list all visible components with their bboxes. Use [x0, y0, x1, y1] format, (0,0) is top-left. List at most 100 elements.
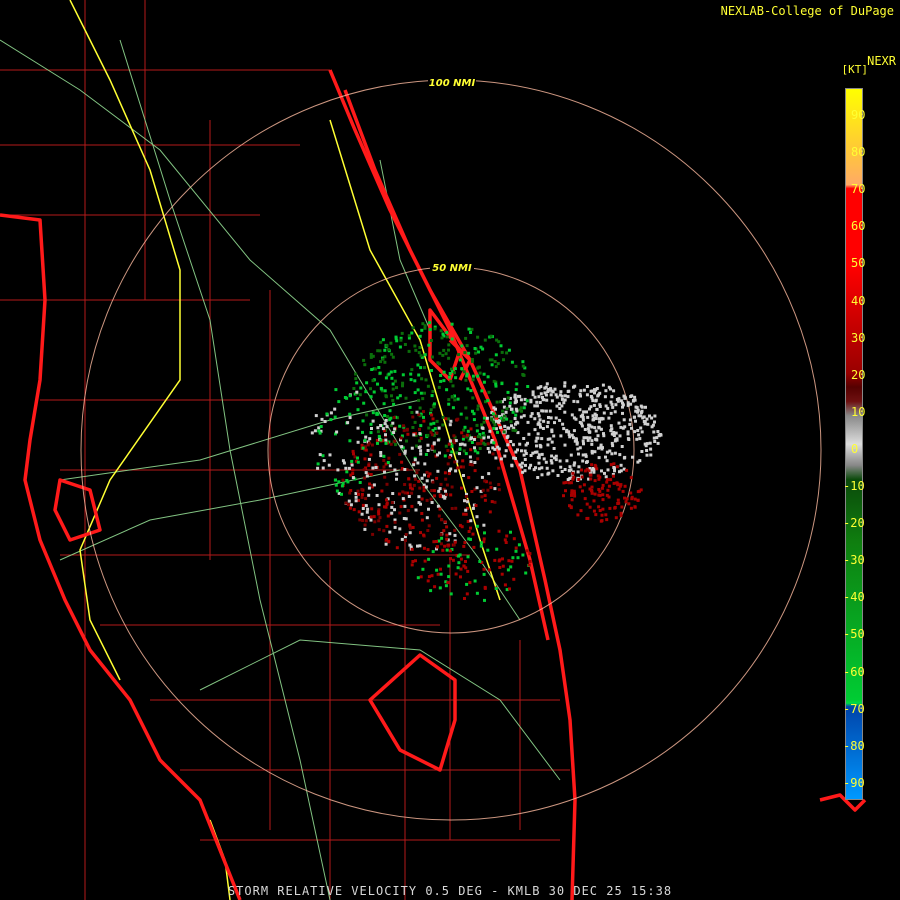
radar-echo-pixel — [448, 532, 452, 536]
radar-echo-pixel — [529, 463, 533, 467]
radar-echo-pixel — [445, 493, 449, 496]
radar-echo-pixel — [488, 481, 492, 485]
radar-echo-pixel — [386, 415, 389, 418]
radar-echo-pixel — [377, 510, 381, 514]
radar-echo-pixel — [402, 429, 406, 433]
radar-echo-pixel — [368, 482, 372, 486]
radar-echo-pixel — [460, 431, 464, 435]
radar-echo-pixel — [577, 452, 580, 456]
radar-echo-pixel — [391, 382, 395, 386]
radar-echo-pixel — [492, 426, 496, 430]
radar-echo-pixel — [451, 406, 455, 410]
radar-echo-pixel — [356, 440, 360, 444]
radar-echo-pixel — [493, 360, 497, 364]
legend-tick-label: 60 — [851, 219, 866, 234]
radar-echo-pixel — [556, 474, 560, 477]
radar-echo-pixel — [456, 566, 460, 570]
radar-echo-pixel — [377, 528, 381, 532]
radar-echo-pixel — [457, 353, 460, 357]
range-ring-label-100: 100 NMI — [429, 78, 476, 89]
radar-echo-pixel — [478, 371, 482, 375]
radar-echo-pixel — [449, 557, 452, 561]
radar-echo-pixel — [351, 476, 355, 480]
radar-echo-pixel — [462, 449, 466, 453]
radar-echo-pixel — [394, 337, 398, 340]
radar-echo-pixel — [482, 420, 486, 424]
radar-echo-pixel — [515, 409, 519, 413]
radar-echo-pixel — [348, 439, 352, 443]
radar-echo-pixel — [471, 396, 475, 400]
radar-echo-pixel — [527, 432, 531, 436]
radar-echo-pixel — [534, 439, 538, 443]
radar-echo-pixel — [373, 367, 377, 371]
radar-echo-pixel — [558, 407, 562, 410]
radar-echo-pixel — [363, 527, 367, 531]
radar-echo-pixel — [348, 416, 352, 420]
radar-echo-pixel — [475, 591, 479, 595]
radar-echo-pixel — [371, 379, 375, 383]
radar-echo-pixel — [462, 544, 466, 548]
radar-echo-pixel — [429, 422, 433, 426]
radar-echo-pixel — [432, 441, 436, 445]
radar-echo-pixel — [569, 505, 573, 509]
radar-echo-pixel — [546, 443, 550, 447]
radar-echo-pixel — [320, 417, 324, 421]
radar-echo-pixel — [514, 364, 518, 368]
radar-echo-pixel — [566, 395, 570, 399]
radar-echo-pixel — [395, 386, 398, 390]
product-caption: STORM RELATIVE VELOCITY 0.5 DEG - KMLB 3… — [227, 884, 673, 898]
radar-echo-pixel — [512, 537, 516, 541]
radar-echo-pixel — [472, 438, 476, 441]
radar-echo-pixel — [445, 537, 449, 541]
radar-echo-pixel — [482, 572, 486, 576]
radar-echo-pixel — [531, 393, 535, 397]
radar-echo-pixel — [389, 442, 393, 446]
radar-echo-pixel — [402, 517, 406, 520]
radar-echo-pixel — [482, 436, 486, 440]
radar-echo-pixel — [598, 475, 602, 479]
radar-echo-pixel — [371, 419, 375, 423]
radar-echo-pixel — [367, 486, 371, 490]
radar-echo-pixel — [445, 525, 449, 529]
radar-echo-pixel — [467, 537, 471, 541]
radar-echo-pixel — [573, 491, 576, 495]
radar-echo-pixel — [575, 441, 579, 445]
radar-echo-pixel — [617, 487, 621, 491]
radar-echo-pixel — [537, 395, 541, 399]
radar-echo-pixel — [592, 509, 596, 513]
radar-echo-pixel — [589, 473, 593, 477]
radar-echo-pixel — [417, 446, 421, 449]
radar-echo-pixel — [464, 566, 468, 570]
radar-echo-pixel — [566, 390, 570, 393]
radar-echo-pixel — [474, 351, 478, 355]
radar-echo-pixel — [590, 491, 594, 495]
radar-echo-pixel — [559, 434, 563, 438]
radar-echo-pixel — [413, 420, 417, 424]
radar-echo-pixel — [598, 391, 602, 395]
radar-echo-pixel — [417, 479, 421, 483]
radar-echo-pixel — [405, 439, 408, 443]
radar-echo-pixel — [360, 493, 364, 496]
radar-echo-pixel — [535, 444, 538, 448]
radar-echo-pixel — [582, 388, 586, 392]
radar-echo-pixel — [481, 488, 485, 492]
radar-echo-pixel — [333, 415, 337, 419]
radar-echo-pixel — [526, 420, 530, 424]
legend-tick-label: -40 — [843, 590, 865, 605]
radar-echo-pixel — [558, 418, 562, 422]
radar-echo-pixel — [623, 455, 627, 459]
radar-echo-pixel — [427, 507, 430, 511]
radar-echo-pixel — [590, 463, 594, 467]
radar-echo-pixel — [494, 456, 498, 460]
radar-echo-pixel — [495, 400, 499, 404]
radar-echo-pixel — [417, 398, 421, 402]
radar-echo-pixel — [440, 536, 444, 540]
radar-echo-pixel — [399, 505, 403, 509]
radar-echo-pixel — [649, 447, 653, 451]
radar-echo-pixel — [535, 450, 539, 454]
radar-echo-pixel — [376, 426, 380, 430]
radar-echo-pixel — [459, 412, 463, 416]
legend-tick-label: -10 — [843, 479, 865, 493]
radar-echo-pixel — [545, 382, 549, 386]
radar-echo-pixel — [400, 445, 404, 449]
